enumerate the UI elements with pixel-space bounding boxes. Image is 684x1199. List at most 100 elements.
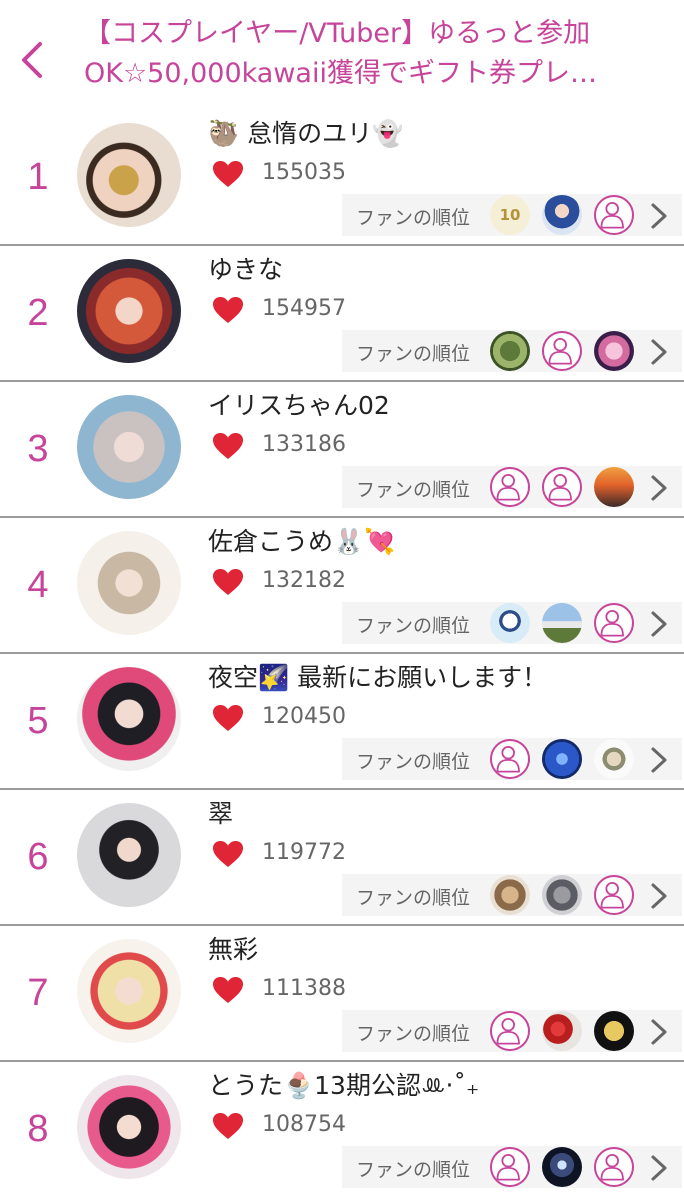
user-name: 佐倉こうめ🐰💘: [208, 527, 396, 556]
score-value: 154957: [262, 296, 346, 321]
ranking-row[interactable]: 5 夜空🌠 最新にお願いします！ 120450 ファンの順位: [0, 654, 684, 790]
event-title-line-2: OK☆50,000kawaii獲得でギフト券プレ…: [84, 58, 597, 89]
chevron-right-icon[interactable]: [648, 474, 670, 502]
fan-ranking-bar[interactable]: ファンの順位: [342, 1146, 682, 1188]
user-name: 無彩: [208, 935, 259, 964]
ranking-list: 1 🦥 怠惰のユリ👻 155035 ファンの順位 10 2 ゆきな 154957…: [0, 110, 684, 1196]
fan-avatar-placeholder[interactable]: [490, 739, 530, 779]
ranking-row[interactable]: 6 翠 119772 ファンの順位: [0, 790, 684, 926]
fan-avatar-placeholder[interactable]: [542, 331, 582, 371]
ranking-row[interactable]: 8 とうた🍨13期公認ꔛ‧˚₊ 108754 ファンの順位: [0, 1062, 684, 1196]
user-name: 翠: [208, 799, 234, 828]
user-avatar[interactable]: [77, 395, 181, 499]
fan-ranking-label: ファンの順位: [356, 207, 471, 229]
fan-avatar-placeholder[interactable]: [490, 467, 530, 507]
user-avatar[interactable]: [77, 939, 181, 1043]
ranking-row[interactable]: 2 ゆきな 154957 ファンの順位: [0, 246, 684, 382]
fan-avatar-placeholder[interactable]: [594, 1147, 634, 1187]
chevron-right-icon[interactable]: [648, 1018, 670, 1046]
fan-ranking-bar[interactable]: ファンの順位 10: [342, 194, 682, 236]
fan-ranking-label: ファンの順位: [356, 479, 471, 501]
header: 【コスプレイヤー/VTuber】ゆるっと参加 OK☆50,000kawaii獲得…: [0, 0, 684, 110]
fan-avatar[interactable]: [542, 1147, 582, 1187]
fan-ranking-bar[interactable]: ファンの順位: [342, 330, 682, 372]
heart-icon: [213, 841, 243, 867]
fan-avatar-placeholder[interactable]: [490, 1011, 530, 1051]
chevron-right-icon[interactable]: [648, 882, 670, 910]
ranking-row[interactable]: 4 佐倉こうめ🐰💘 132182 ファンの順位: [0, 518, 684, 654]
score-value: 120450: [262, 704, 346, 729]
user-avatar[interactable]: [77, 531, 181, 635]
fan-ranking-bar[interactable]: ファンの順位: [342, 602, 682, 644]
user-avatar[interactable]: [77, 667, 181, 771]
fan-ranking-bar[interactable]: ファンの順位: [342, 1010, 682, 1052]
rank-number: 1: [27, 156, 49, 198]
rank-number: 6: [27, 836, 49, 878]
fan-ranking-bar[interactable]: ファンの順位: [342, 874, 682, 916]
fan-avatar[interactable]: [594, 331, 634, 371]
event-title-line-1: 【コスプレイヤー/VTuber】ゆるっと参加: [84, 18, 591, 49]
score-value: 108754: [262, 1112, 346, 1137]
heart-icon: [213, 297, 243, 323]
heart-icon: [213, 1113, 243, 1139]
ranking-row[interactable]: 1 🦥 怠惰のユリ👻 155035 ファンの順位 10: [0, 110, 684, 246]
heart-icon: [213, 161, 243, 187]
rank-number: 4: [27, 564, 49, 606]
chevron-right-icon[interactable]: [648, 202, 670, 230]
fan-avatar[interactable]: [542, 1011, 582, 1051]
rank-number: 2: [27, 292, 49, 334]
fan-avatar[interactable]: [542, 739, 582, 779]
fan-avatar[interactable]: [490, 875, 530, 915]
fan-ranking-label: ファンの順位: [356, 343, 471, 365]
fan-avatar-placeholder[interactable]: [594, 875, 634, 915]
fan-avatar[interactable]: [594, 1011, 634, 1051]
ranking-row[interactable]: 7 無彩 111388 ファンの順位: [0, 926, 684, 1062]
fan-avatar[interactable]: [542, 603, 582, 643]
score-value: 155035: [262, 160, 346, 185]
fan-avatar[interactable]: [490, 331, 530, 371]
fan-avatar[interactable]: [594, 467, 634, 507]
score-value: 119772: [262, 840, 346, 865]
fan-ranking-label: ファンの順位: [356, 1023, 471, 1045]
user-avatar[interactable]: [77, 259, 181, 363]
fan-ranking-bar[interactable]: ファンの順位: [342, 738, 682, 780]
fan-ranking-label: ファンの順位: [356, 615, 471, 637]
rank-number: 5: [27, 700, 49, 742]
fan-avatar[interactable]: [542, 875, 582, 915]
chevron-right-icon[interactable]: [648, 610, 670, 638]
heart-icon: [213, 705, 243, 731]
score-value: 132182: [262, 568, 346, 593]
rank-number: 3: [27, 428, 49, 470]
user-name: 🦥 怠惰のユリ👻: [208, 119, 404, 148]
chevron-right-icon[interactable]: [648, 746, 670, 774]
fan-avatar[interactable]: [490, 603, 530, 643]
user-name: イリスちゃん02: [208, 391, 390, 420]
fan-avatar[interactable]: 10: [490, 195, 530, 235]
heart-icon: [213, 569, 243, 595]
heart-icon: [213, 977, 243, 1003]
fan-avatar[interactable]: [542, 195, 582, 235]
chevron-right-icon[interactable]: [648, 338, 670, 366]
heart-icon: [213, 433, 243, 459]
fan-ranking-bar[interactable]: ファンの順位: [342, 466, 682, 508]
score-value: 111388: [262, 976, 346, 1001]
rank-number: 8: [27, 1108, 49, 1150]
fan-avatar-placeholder[interactable]: [594, 603, 634, 643]
user-name: 夜空🌠 最新にお願いします！: [208, 663, 548, 692]
fan-avatar-placeholder[interactable]: [542, 467, 582, 507]
fan-ranking-label: ファンの順位: [356, 751, 471, 773]
chevron-right-icon[interactable]: [648, 1154, 670, 1182]
user-avatar[interactable]: [77, 1075, 181, 1179]
user-avatar[interactable]: [77, 123, 181, 227]
ranking-row[interactable]: 3 イリスちゃん02 133186 ファンの順位: [0, 382, 684, 518]
fan-avatar-placeholder[interactable]: [490, 1147, 530, 1187]
back-chevron-icon[interactable]: [14, 38, 54, 82]
user-name: とうた🍨13期公認ꔛ‧˚₊: [208, 1071, 480, 1100]
fan-avatar[interactable]: [594, 739, 634, 779]
user-avatar[interactable]: [77, 803, 181, 907]
fan-avatar-placeholder[interactable]: [594, 195, 634, 235]
fan-ranking-label: ファンの順位: [356, 1159, 471, 1181]
user-name: ゆきな: [208, 255, 284, 284]
score-value: 133186: [262, 432, 346, 457]
event-title: 【コスプレイヤー/VTuber】ゆるっと参加 OK☆50,000kawaii獲得…: [84, 14, 680, 94]
